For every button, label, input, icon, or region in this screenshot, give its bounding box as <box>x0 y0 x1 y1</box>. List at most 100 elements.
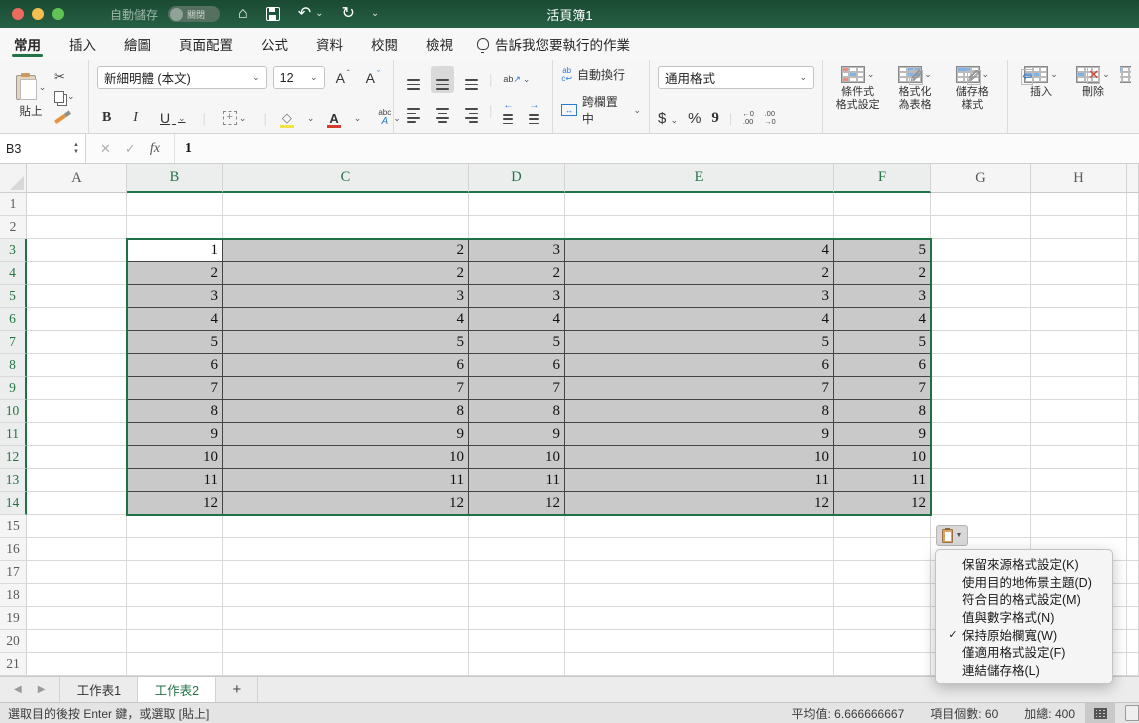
cell-G13[interactable] <box>931 469 1031 492</box>
customize-toolbar-icon[interactable]: ⌄ <box>371 9 379 19</box>
align-bottom-button[interactable] <box>460 66 483 93</box>
cell-B3[interactable]: 1 <box>127 239 223 262</box>
cell-B1[interactable] <box>127 193 223 216</box>
cell-B7[interactable]: 5 <box>127 331 223 354</box>
cell-E15[interactable] <box>565 515 834 538</box>
column-header-F[interactable]: F <box>834 164 931 193</box>
cell-E2[interactable] <box>565 216 834 239</box>
cell-B19[interactable] <box>127 607 223 630</box>
cell-C17[interactable] <box>223 561 469 584</box>
cell-G14[interactable] <box>931 492 1031 515</box>
font-name-combo[interactable]: 新細明體 (本文) ⌄ <box>96 66 267 89</box>
prev-sheet-icon[interactable]: ◀ <box>14 684 22 695</box>
cell-A4[interactable] <box>27 262 127 285</box>
cell-G10[interactable] <box>931 400 1031 423</box>
row-header-2[interactable]: 2 <box>0 216 27 239</box>
cell-G8[interactable] <box>931 354 1031 377</box>
decrease-font-button[interactable]: Aˇ <box>361 69 385 86</box>
row-header-21[interactable]: 21 <box>0 653 27 676</box>
percent-button[interactable]: % <box>688 110 701 127</box>
cell-H7[interactable] <box>1031 331 1127 354</box>
cell-E21[interactable] <box>565 653 834 676</box>
undo-icon[interactable]: ↶ <box>298 6 311 22</box>
paste-menu-item-5[interactable]: 僅適用格式設定(F) <box>936 643 1112 661</box>
cell-E13[interactable]: 11 <box>565 469 834 492</box>
cell-D2[interactable] <box>469 216 565 239</box>
redo-icon[interactable]: ↻ <box>341 6 354 22</box>
cell-A17[interactable] <box>27 561 127 584</box>
cell-F13[interactable]: 11 <box>834 469 931 492</box>
cell-E8[interactable]: 6 <box>565 354 834 377</box>
cell-D14[interactable]: 12 <box>469 492 565 515</box>
cell-B9[interactable]: 7 <box>127 377 223 400</box>
cell-A21[interactable] <box>27 653 127 676</box>
cell-H9[interactable] <box>1031 377 1127 400</box>
cell-C3[interactable]: 2 <box>223 239 469 262</box>
row-header-18[interactable]: 18 <box>0 584 27 607</box>
orientation-button[interactable]: ab↗ ⌄ <box>498 74 535 85</box>
normal-view-button[interactable] <box>1085 702 1115 723</box>
cell-A13[interactable] <box>27 469 127 492</box>
insert-function-icon[interactable]: fx <box>150 141 160 157</box>
cell-H12[interactable] <box>1031 446 1127 469</box>
cell-B2[interactable] <box>127 216 223 239</box>
cell-B12[interactable]: 10 <box>127 446 223 469</box>
row-header-14[interactable]: 14 <box>0 492 27 515</box>
cell-H3[interactable] <box>1031 239 1127 262</box>
cell-E12[interactable]: 10 <box>565 446 834 469</box>
cell-B13[interactable]: 11 <box>127 469 223 492</box>
cell-F20[interactable] <box>834 630 931 653</box>
cell-C2[interactable] <box>223 216 469 239</box>
row-header-13[interactable]: 13 <box>0 469 27 492</box>
increase-font-button[interactable]: Aˆ <box>331 69 355 86</box>
cell-D1[interactable] <box>469 193 565 216</box>
cell-G6[interactable] <box>931 308 1031 331</box>
align-left-button[interactable] <box>402 95 425 126</box>
paste-menu-item-4[interactable]: ✓ 保持原始欄寬(W) <box>936 625 1112 643</box>
cell-F16[interactable] <box>834 538 931 561</box>
tell-me-box[interactable]: 告訴我您要執行的作業 <box>477 34 630 54</box>
page-layout-view-button-clipped[interactable] <box>1125 705 1139 721</box>
cell-C11[interactable]: 9 <box>223 423 469 446</box>
cell-F4[interactable]: 2 <box>834 262 931 285</box>
cell-edge14[interactable] <box>1127 492 1139 515</box>
cell-edge10[interactable] <box>1127 400 1139 423</box>
cancel-entry-icon[interactable]: ✕ <box>100 141 111 157</box>
cell-G12[interactable] <box>931 446 1031 469</box>
copy-button[interactable]: ⌄ <box>54 88 75 106</box>
cell-F14[interactable]: 12 <box>834 492 931 515</box>
tab-插入[interactable]: 插入 <box>55 28 110 60</box>
cell-D18[interactable] <box>469 584 565 607</box>
cell-D21[interactable] <box>469 653 565 676</box>
column-header-D[interactable]: D <box>469 164 565 193</box>
wrap-text-button[interactable]: 自動換行 <box>577 66 625 83</box>
cell-C6[interactable]: 4 <box>223 308 469 331</box>
paste-menu-item-1[interactable]: 使用目的地佈景主題(D) <box>936 573 1112 591</box>
undo-chevron-icon[interactable]: ⌄ <box>315 9 323 19</box>
cell-D20[interactable] <box>469 630 565 653</box>
cell-G2[interactable] <box>931 216 1031 239</box>
cell-D5[interactable]: 3 <box>469 285 565 308</box>
cell-E19[interactable] <box>565 607 834 630</box>
decrease-decimal-button[interactable]: .00 →0 <box>764 109 776 127</box>
cell-E11[interactable]: 9 <box>565 423 834 446</box>
cell-A15[interactable] <box>27 515 127 538</box>
cell-edge7[interactable] <box>1127 331 1139 354</box>
cell-F12[interactable]: 10 <box>834 446 931 469</box>
cell-E1[interactable] <box>565 193 834 216</box>
cell-C7[interactable]: 5 <box>223 331 469 354</box>
cell-C10[interactable]: 8 <box>223 400 469 423</box>
cell-G4[interactable] <box>931 262 1031 285</box>
bold-button[interactable]: B <box>97 110 116 126</box>
row-header-12[interactable]: 12 <box>0 446 27 469</box>
row-header-10[interactable]: 10 <box>0 400 27 423</box>
cell-D10[interactable]: 8 <box>469 400 565 423</box>
cell-G7[interactable] <box>931 331 1031 354</box>
cell-C20[interactable] <box>223 630 469 653</box>
paste-menu-item-0[interactable]: 保留來源格式設定(K) <box>936 555 1112 573</box>
cell-H13[interactable] <box>1031 469 1127 492</box>
cell-edge18[interactable] <box>1127 584 1139 607</box>
cell-G9[interactable] <box>931 377 1031 400</box>
column-header-G[interactable]: G <box>931 164 1031 193</box>
cell-A14[interactable] <box>27 492 127 515</box>
